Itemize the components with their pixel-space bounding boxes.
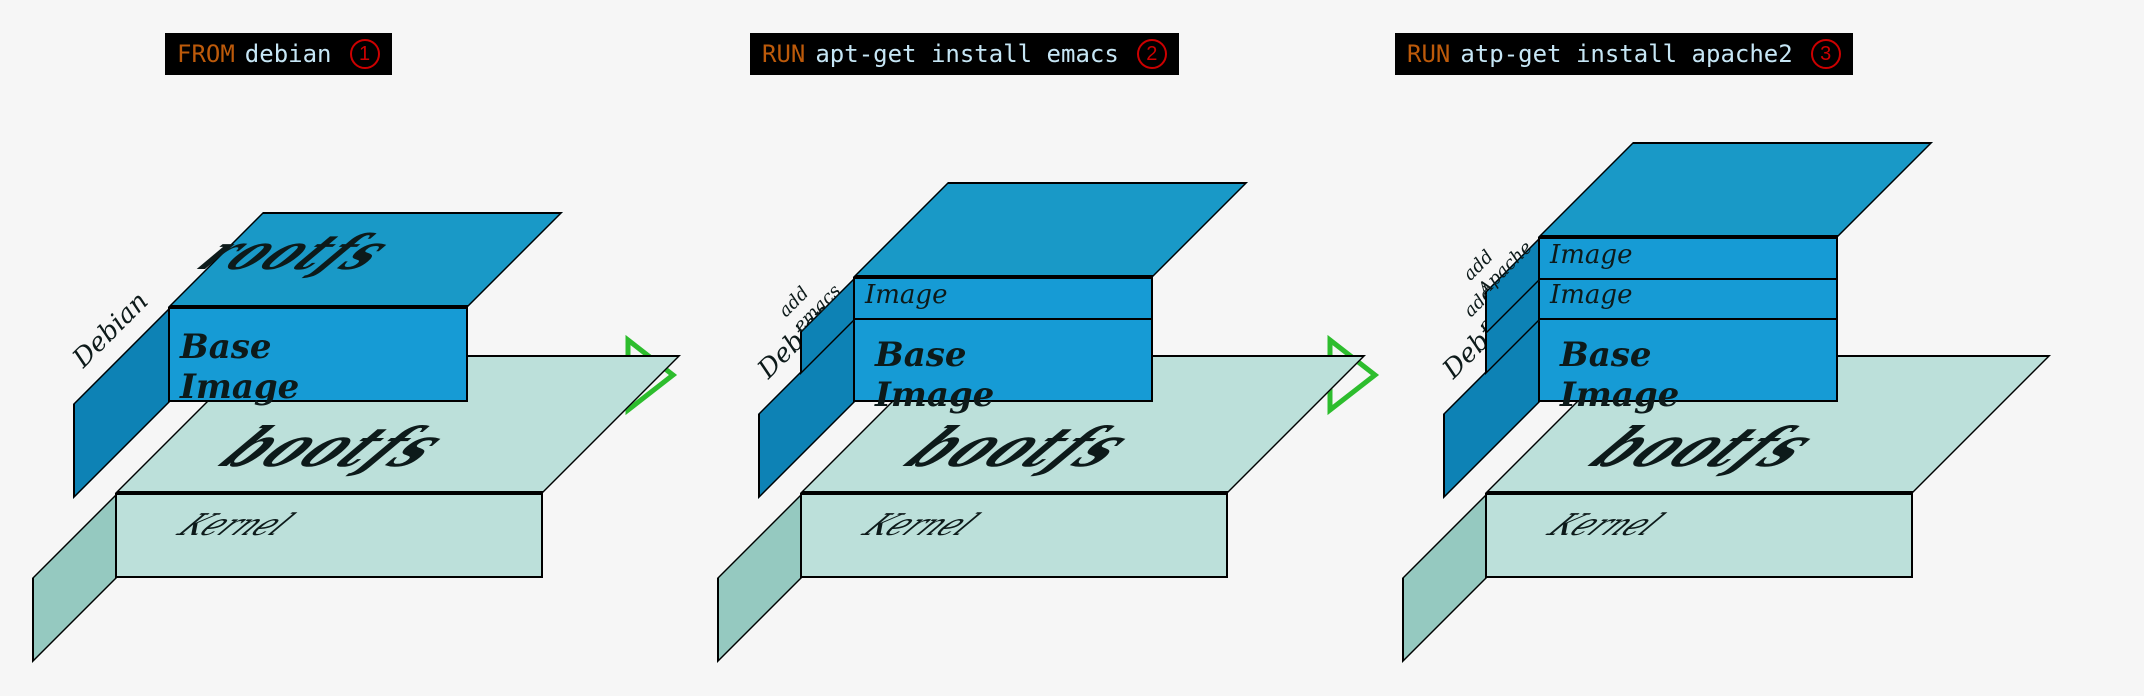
image-label: Image: [1550, 240, 1632, 270]
command-text: apt-get install emacs: [815, 40, 1118, 68]
stage-2: bootfs Kernel Base Image Debian Image ad…: [745, 260, 1245, 680]
stage-3: bootfs Kernel Base Image Debian Image ad…: [1430, 260, 1930, 680]
keyword: FROM: [177, 40, 235, 68]
keyword: RUN: [762, 40, 805, 68]
command-2: RUN apt-get install emacs 2: [750, 33, 1179, 75]
base-image-label: Base Image: [875, 335, 994, 415]
command-1: FROM debian 1: [165, 33, 392, 75]
step-number-icon: 1: [350, 39, 380, 69]
command-text: atp-get install apache2: [1460, 40, 1792, 68]
base-image-label: Base Image: [1560, 335, 1679, 415]
image-label: Image: [1550, 280, 1632, 310]
base-image-label: Base Image: [180, 327, 299, 407]
step-number-icon: 2: [1137, 39, 1167, 69]
command-text: debian: [245, 40, 332, 68]
keyword: RUN: [1407, 40, 1450, 68]
image-label: Image: [865, 280, 947, 310]
command-3: RUN atp-get install apache2 3: [1395, 33, 1853, 75]
stage-1: bootfs Kernel rootfs Base Image Debian: [60, 260, 540, 680]
step-number-icon: 3: [1811, 39, 1841, 69]
